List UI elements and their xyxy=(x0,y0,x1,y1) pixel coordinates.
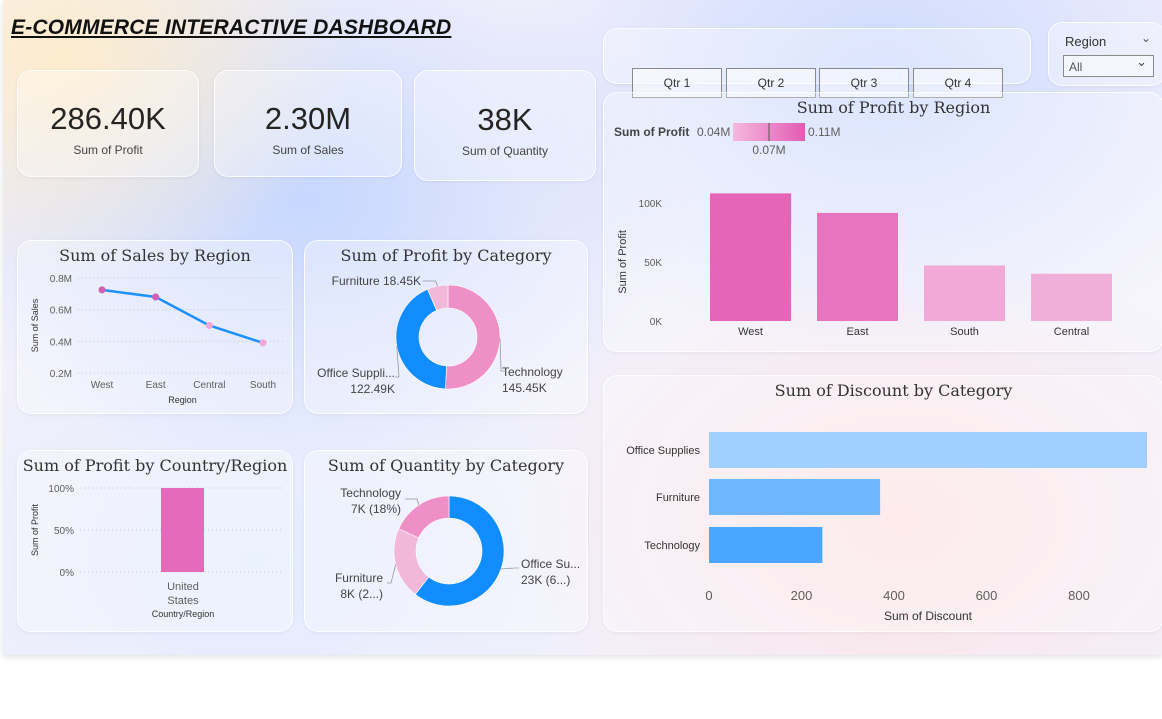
y-tick-label: 0.8M xyxy=(50,274,72,285)
data-point xyxy=(152,293,160,301)
kpi-value: 2.30M xyxy=(264,101,352,136)
bar xyxy=(161,488,204,572)
x-tick-label: 800 xyxy=(1068,588,1090,603)
region-slicer-label: Region xyxy=(1065,34,1107,49)
y-tick-label: 100% xyxy=(48,484,74,495)
y-tick-label: 50K xyxy=(644,258,662,269)
x-tick-label: 0 xyxy=(705,588,712,603)
y-tick-label: Furniture xyxy=(656,492,700,504)
slice-category-label: Furniture xyxy=(335,571,383,585)
leader-line xyxy=(423,280,438,287)
sales-by-region-chart: 0.8M 0.6M 0.4M 0.2M West East Central South Regi… xyxy=(30,274,283,405)
slice-value-label: 7K (18%) xyxy=(351,502,401,516)
x-tick-label: 600 xyxy=(976,588,998,603)
profit-by-category-card[interactable]: Sum of Profit by Category Technology 145.… xyxy=(304,240,588,414)
x-tick-label: South xyxy=(950,326,979,338)
legend-min: 0.04M xyxy=(697,125,730,139)
series-line xyxy=(101,288,264,345)
kpi-card-sales[interactable]: 2.30M Sum of Sales xyxy=(214,70,402,177)
bar xyxy=(817,212,898,321)
bar xyxy=(709,527,823,563)
chevron-down-icon[interactable]: ⌄ xyxy=(1141,31,1151,45)
dashboard-canvas: E-COMMERCE INTERACTIVE DASHBOARD 286.40K… xyxy=(3,0,1162,655)
bar xyxy=(709,479,881,515)
slice-value-label: 145.45K xyxy=(502,381,547,395)
bar xyxy=(1031,273,1112,321)
quantity-by-category-card[interactable]: Sum of Quantity by Category Office Su...… xyxy=(304,450,588,632)
slice-label: Furniture 18.45K xyxy=(332,274,421,288)
legend-mid: 0.07M xyxy=(752,143,785,157)
legend-max: 0.11M xyxy=(808,125,840,139)
kpi-card-quantity[interactable]: 38K Sum of Quantity xyxy=(414,70,596,181)
y-tick-label: 50% xyxy=(54,526,74,537)
x-axis-label: Sum of Discount xyxy=(884,609,973,623)
x-tick-label: West xyxy=(738,326,763,338)
y-tick-label: 0.2M xyxy=(50,369,72,380)
profit-by-region-chart: 100K 50K 0K Sum of Profit West East South Centr… xyxy=(614,123,1112,338)
legend-title: Sum of Profit xyxy=(614,125,689,139)
bar xyxy=(924,265,1005,321)
kpi-card-profit[interactable]: 286.40K Sum of Profit xyxy=(17,70,199,177)
kpi-label: Sum of Sales xyxy=(272,143,344,157)
x-axis-label: Country/Region xyxy=(152,609,215,619)
y-tick-label: 0.6M xyxy=(50,306,72,317)
quantity-by-category-chart: Office Su... 23K (6...) Furniture 8K (2...)… xyxy=(335,486,580,607)
x-tick-label: South xyxy=(250,380,276,391)
leader-line xyxy=(387,564,397,584)
y-tick-label: Office Supplies xyxy=(626,445,700,457)
y-tick-label: 0% xyxy=(60,568,75,579)
slice-category-label: Office Suppli... xyxy=(317,366,395,380)
x-axis-label: Region xyxy=(168,395,197,405)
y-tick-label: 0.4M xyxy=(50,337,72,348)
y-tick-label: 0K xyxy=(650,317,663,328)
profit-by-category-chart: Technology 145.45K Office Suppli... 122.49K… xyxy=(317,274,563,396)
x-tick-label: East xyxy=(846,326,868,338)
x-tick-label: Central xyxy=(1054,326,1089,338)
bar xyxy=(709,432,1147,468)
slice-category-label: Technology xyxy=(502,365,563,379)
data-point xyxy=(259,339,267,347)
kpi-value: 38K xyxy=(477,102,533,137)
data-point xyxy=(205,322,213,329)
kpi-label: Sum of Quantity xyxy=(461,144,549,158)
y-axis-label: Sum of Sales xyxy=(30,298,40,352)
x-tick-label: West xyxy=(91,380,114,391)
y-axis-label: Sum of Profit xyxy=(617,230,629,294)
pie-slice xyxy=(445,284,501,390)
y-tick-label: 100K xyxy=(639,199,663,210)
x-tick-label: East xyxy=(146,380,166,391)
data-point xyxy=(98,286,106,294)
quarter-slicer: Qtr 1 Qtr 2 Qtr 3 Qtr 4 xyxy=(603,28,1031,98)
sales-by-region-card[interactable]: Sum of Sales by Region 0.8M 0.6M 0.4M 0.2M W… xyxy=(17,240,293,414)
x-tick-label: 200 xyxy=(791,588,813,603)
y-tick-label: Technology xyxy=(644,540,700,552)
chevron-down-icon: ⌄ xyxy=(1136,54,1147,69)
y-axis-label: Sum of Profit xyxy=(30,503,40,556)
discount-by-category-chart: Office Supplies Furniture Technology 0 200 40… xyxy=(626,432,1147,623)
profit-by-country-chart: 100% 50% 0% United States Country/Region Sum o… xyxy=(30,484,283,619)
slice-value-label: 8K (2...) xyxy=(340,587,383,601)
profit-by-country-card[interactable]: Sum of Profit by Country/Region 100% 50% 0… xyxy=(17,450,293,632)
region-dropdown[interactable]: All ⌄ xyxy=(1063,54,1154,77)
x-tick-label: United xyxy=(167,581,199,593)
x-tick-label: States xyxy=(167,595,199,607)
bar xyxy=(710,193,791,321)
x-tick-label: Central xyxy=(193,380,225,391)
slice-category-label: Office Su... xyxy=(521,557,580,571)
region-slicer: Region ⌄ All ⌄ xyxy=(1048,22,1162,86)
pie-slice xyxy=(398,495,450,539)
profit-by-region-card[interactable]: Sum of Profit by Region 100K 50K 0K Sum of … xyxy=(603,92,1162,352)
leader-line xyxy=(405,498,420,506)
slice-value-label: 23K (6...) xyxy=(521,573,570,587)
slice-category-label: Technology xyxy=(340,486,401,500)
x-tick-label: 400 xyxy=(883,588,905,603)
kpi-value: 286.40K xyxy=(50,101,166,136)
leader-line xyxy=(500,567,519,570)
page-title: E-COMMERCE INTERACTIVE DASHBOARD xyxy=(11,16,452,39)
region-dropdown-value: All xyxy=(1069,60,1083,74)
discount-by-category-card[interactable]: Sum of Discount by Category Office Suppl… xyxy=(603,375,1162,632)
slice-value-label: 122.49K xyxy=(350,382,395,396)
kpi-label: Sum of Profit xyxy=(73,143,143,157)
